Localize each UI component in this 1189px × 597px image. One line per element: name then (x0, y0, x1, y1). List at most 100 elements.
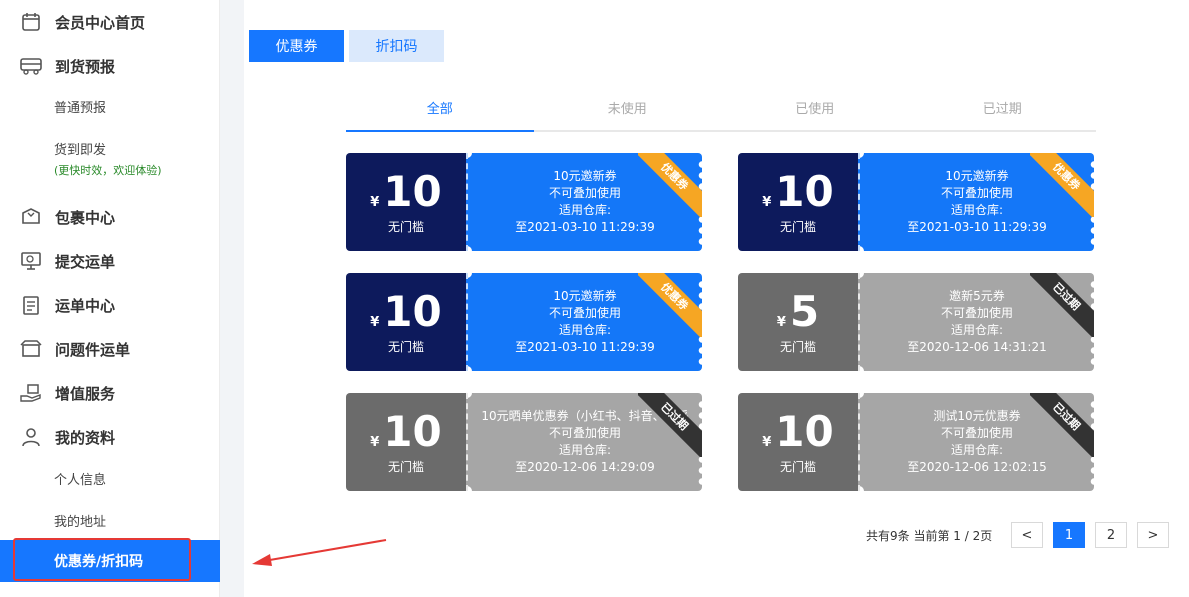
coupon-badge: 已过期 (1030, 393, 1094, 457)
status-tab-all[interactable]: 全部 (346, 92, 534, 132)
tab-discount-codes[interactable]: 折扣码 (349, 30, 444, 62)
coupon-expiry: 至2021-03-10 11:29:39 (907, 220, 1047, 234)
user-icon (20, 426, 42, 448)
coupon-detail-panel: 10元邀新券 不可叠加使用 适用仓库: 至2021-03-10 11:29:39… (466, 273, 702, 371)
coupon-badge: 优惠券 (638, 273, 702, 337)
gutter (220, 0, 244, 597)
coupon-currency: ¥ (370, 434, 380, 450)
coupon-amount: 5 (789, 286, 820, 336)
coupon-card[interactable]: ¥10 无门槛 测试10元优惠券 不可叠加使用 适用仓库: 至2020-12-0… (738, 393, 1094, 491)
sidebar-item-package-center[interactable]: 包裹中心 (0, 195, 220, 239)
coupon-currency: ¥ (776, 314, 786, 330)
sidebar-item-submit-waybill[interactable]: 提交运单 (0, 239, 220, 283)
coupon-expiry: 至2020-12-06 14:29:09 (515, 460, 655, 474)
sidebar-item-problem-waybill[interactable]: 问题件运单 (0, 327, 220, 371)
status-tabs: 全部 未使用 已使用 已过期 (346, 92, 1096, 132)
page-1-button[interactable]: 1 (1053, 522, 1085, 548)
coupon-stack-rule: 不可叠加使用 (548, 306, 621, 320)
pagination-info: 共有9条 当前第 1 / 2页 (866, 529, 993, 543)
coupon-currency: ¥ (370, 194, 380, 210)
coupon-badge: 优惠券 (1030, 153, 1094, 217)
coupon-amount-panel: ¥10 无门槛 (346, 393, 466, 491)
coupon-amount: 10 (383, 406, 442, 456)
status-tab-expired[interactable]: 已过期 (909, 92, 1097, 130)
sidebar-item-personal-info[interactable]: 个人信息 (0, 458, 220, 498)
coupon-stack-rule: 不可叠加使用 (940, 306, 1013, 320)
coupon-condition: 无门槛 (387, 219, 424, 234)
package-icon (20, 206, 42, 228)
coupon-warehouse: 适用仓库: (558, 443, 612, 457)
coupon-badge: 已过期 (1030, 273, 1094, 337)
sidebar-item-hint: (更快时效，欢迎体验) (54, 163, 162, 177)
sidebar-item-value-added[interactable]: 增值服务 (0, 371, 220, 415)
coupon-warehouse: 适用仓库: (558, 323, 612, 337)
coupon-expiry: 至2020-12-06 12:02:15 (907, 460, 1047, 474)
calendar-icon (20, 11, 42, 33)
sidebar-item-my-profile[interactable]: 我的资料 (0, 415, 220, 459)
sidebar-item-label: 我的资料 (55, 428, 116, 447)
coupon-badge: 已过期 (638, 393, 702, 457)
coupon-condition: 无门槛 (779, 219, 816, 234)
coupon-detail-panel: 测试10元优惠券 不可叠加使用 适用仓库: 至2020-12-06 12:02:… (858, 393, 1094, 491)
coupon-name: 10元邀新券 (553, 169, 617, 183)
coupon-card[interactable]: ¥5 无门槛 邀新5元券 不可叠加使用 适用仓库: 至2020-12-06 14… (738, 273, 1094, 371)
coupon-amount: 10 (775, 406, 834, 456)
coupon-amount-panel: ¥10 无门槛 (346, 153, 466, 251)
next-page-button[interactable]: > (1137, 522, 1169, 548)
coupon-stack-rule: 不可叠加使用 (548, 186, 621, 200)
sidebar-item-my-address[interactable]: 我的地址 (0, 500, 220, 540)
bus-icon (20, 55, 42, 77)
sidebar-item-member-home[interactable]: 会员中心首页 (0, 0, 220, 44)
status-tab-unused[interactable]: 未使用 (534, 92, 722, 130)
highlight-box (13, 538, 191, 581)
coupon-amount: 10 (383, 166, 442, 216)
sidebar-item-label: 普通预报 (54, 100, 107, 116)
coupon-stack-rule: 不可叠加使用 (940, 426, 1013, 440)
coupon-amount-panel: ¥5 无门槛 (738, 273, 858, 371)
coupon-stack-rule: 不可叠加使用 (548, 426, 621, 440)
coupon-amount-panel: ¥10 无门槛 (738, 153, 858, 251)
coupon-card[interactable]: ¥10 无门槛 10元邀新券 不可叠加使用 适用仓库: 至2021-03-10 … (738, 153, 1094, 251)
prev-page-button[interactable]: < (1011, 522, 1043, 548)
coupon-amount-panel: ¥10 无门槛 (346, 273, 466, 371)
sidebar-item-label: 货到即发 (54, 142, 107, 158)
coupon-currency: ¥ (370, 314, 380, 330)
coupon-amount: 10 (775, 166, 834, 216)
sidebar-item-label: 问题件运单 (55, 340, 131, 359)
sidebar: 会员中心首页 到货预报 普通预报 货到即发 (更快时效，欢迎体验) 包裹中心 提… (0, 0, 220, 597)
coupon-detail-panel: 10元邀新券 不可叠加使用 适用仓库: 至2021-03-10 11:29:39… (466, 153, 702, 251)
clipboard-icon (20, 294, 42, 316)
coupon-condition: 无门槛 (779, 459, 816, 474)
coupon-warehouse: 适用仓库: (950, 443, 1004, 457)
sidebar-item-arrival-forecast[interactable]: 到货预报 (0, 44, 220, 88)
coupon-expiry: 至2021-03-10 11:29:39 (515, 220, 655, 234)
coupon-card[interactable]: ¥10 无门槛 10元晒单优惠券（小红书、抖音、知乎 不可叠加使用 适用仓库: … (346, 393, 702, 491)
coupon-warehouse: 适用仓库: (950, 323, 1004, 337)
coupon-badge: 优惠券 (638, 153, 702, 217)
coupon-amount-panel: ¥10 无门槛 (738, 393, 858, 491)
sidebar-item-label: 个人信息 (54, 472, 107, 488)
coupon-name: 10元邀新券 (553, 289, 617, 303)
sidebar-item-label: 我的地址 (54, 514, 107, 530)
coupon-expiry: 至2021-03-10 11:29:39 (515, 340, 655, 354)
sidebar-item-normal-forecast[interactable]: 普通预报 (0, 86, 220, 126)
sidebar-item-label: 到货预报 (55, 57, 116, 76)
sidebar-item-label: 增值服务 (55, 384, 116, 403)
coupon-detail-panel: 10元晒单优惠券（小红书、抖音、知乎 不可叠加使用 适用仓库: 至2020-12… (466, 393, 702, 491)
coupon-stack-rule: 不可叠加使用 (940, 186, 1013, 200)
status-tab-used[interactable]: 已使用 (721, 92, 909, 130)
coupon-name: 邀新5元券 (949, 289, 1005, 303)
coupon-currency: ¥ (762, 194, 772, 210)
coupon-warehouse: 适用仓库: (558, 203, 612, 217)
sidebar-item-label: 提交运单 (55, 252, 116, 271)
hand-package-icon (20, 382, 42, 404)
coupon-condition: 无门槛 (387, 339, 424, 354)
sidebar-item-ship-on-arrival[interactable]: 货到即发 (更快时效，欢迎体验) (0, 131, 220, 185)
coupon-detail-panel: 10元邀新券 不可叠加使用 适用仓库: 至2021-03-10 11:29:39… (858, 153, 1094, 251)
coupon-card[interactable]: ¥10 无门槛 10元邀新券 不可叠加使用 适用仓库: 至2021-03-10 … (346, 273, 702, 371)
page-2-button[interactable]: 2 (1095, 522, 1127, 548)
sidebar-item-waybill-center[interactable]: 运单中心 (0, 283, 220, 327)
coupon-warehouse: 适用仓库: (950, 203, 1004, 217)
tab-coupons[interactable]: 优惠券 (249, 30, 344, 62)
coupon-card[interactable]: ¥10 无门槛 10元邀新券 不可叠加使用 适用仓库: 至2021-03-10 … (346, 153, 702, 251)
